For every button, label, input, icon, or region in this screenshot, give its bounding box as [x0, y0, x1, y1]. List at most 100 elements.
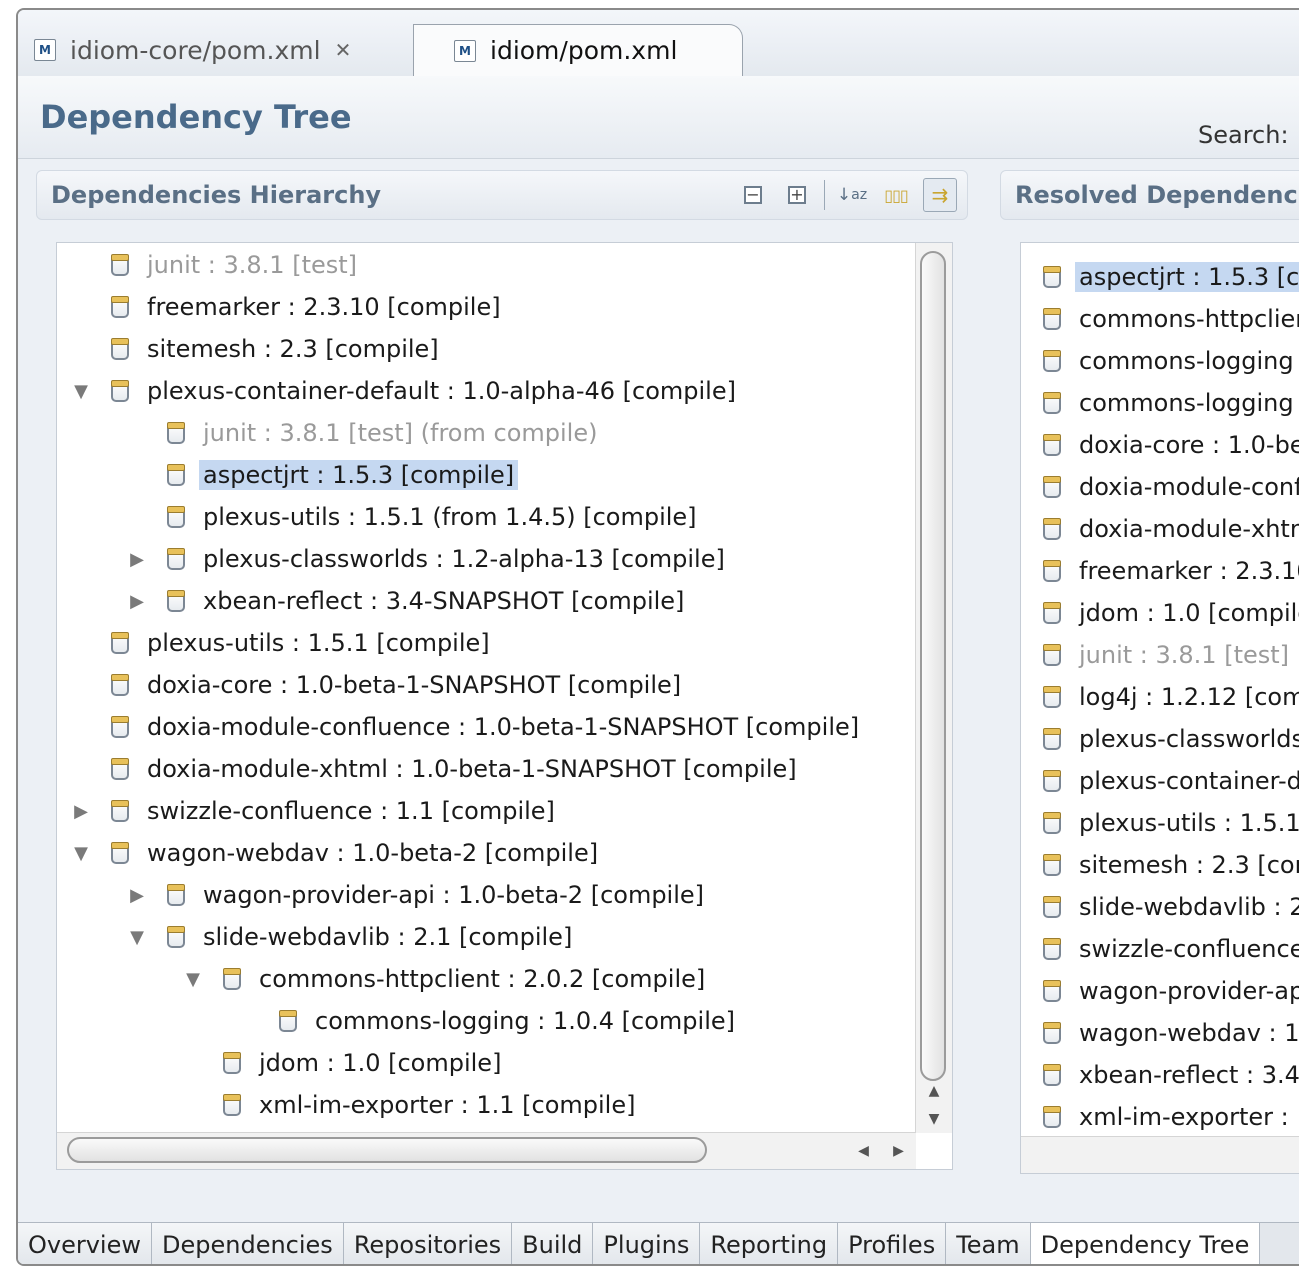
scroll-up-icon[interactable]: ▲	[916, 1077, 952, 1105]
collapsed-arrow-icon[interactable]: ▶	[67, 801, 95, 822]
dependency-label: doxia-module-confluence : 1.0-beta-1-SNA…	[1079, 473, 1299, 501]
dependency-label: junit : 3.8.1 [test]	[147, 251, 358, 279]
horizontal-scrollbar[interactable]: ◀ ▶	[57, 1132, 916, 1169]
list-item[interactable]: doxia-module-confluence : 1.0-beta-1-SNA…	[1021, 467, 1299, 507]
list-item[interactable]: plexus-container-default : 1.0-alpha-46 …	[1021, 761, 1299, 801]
tree-row[interactable]: ▶ xbean-reflect : 3.4-SNAPSHOT [compile]	[57, 581, 688, 621]
tree-row[interactable]: plexus-utils : 1.5.1 (from 1.4.5) [compi…	[57, 497, 701, 537]
horizontal-scrollbar[interactable]	[1021, 1136, 1299, 1173]
maven-pom-icon: M	[454, 39, 476, 62]
filter-icon[interactable]: ⇉	[923, 178, 957, 212]
jar-icon	[1043, 560, 1061, 582]
page-tab-overview[interactable]: Overview	[18, 1223, 152, 1264]
tree-row[interactable]: ▼ commons-httpclient : 2.0.2 [compile]	[57, 959, 709, 999]
tree-row[interactable]: jdom : 1.0 [compile]	[57, 1043, 505, 1083]
scrollbar-thumb[interactable]	[67, 1137, 707, 1163]
expand-all-icon[interactable]: +	[780, 178, 814, 212]
tree-row[interactable]: ▶ wagon-provider-api : 1.0-beta-2 [compil…	[57, 875, 708, 915]
tree-row[interactable]: doxia-module-xhtml : 1.0-beta-1-SNAPSHOT…	[57, 749, 801, 789]
expanded-arrow-icon[interactable]: ▼	[123, 927, 151, 948]
dependency-label: xml-im-exporter : 1.1 [compile]	[1079, 1103, 1299, 1131]
tree-row[interactable]: commons-logging : 1.0.4 [compile]	[57, 1001, 739, 1041]
jar-icon	[1043, 476, 1061, 498]
list-item[interactable]: wagon-provider-api : 1.0-beta-2 [compile…	[1021, 971, 1299, 1011]
tree-row[interactable]: junit : 3.8.1 [test] (from compile)	[57, 413, 601, 453]
page-tab-profiles[interactable]: Profiles	[838, 1223, 947, 1264]
expanded-arrow-icon[interactable]: ▼	[67, 843, 95, 864]
collapse-all-icon[interactable]: −	[736, 178, 770, 212]
resolved-dependencies-list[interactable]: aspectjrt : 1.5.3 [compile] commons-httpc…	[1020, 242, 1299, 1174]
dependencies-hierarchy-tree[interactable]: junit : 3.8.1 [test] freemarker : 2.3.10 …	[56, 242, 953, 1170]
jar-icon	[111, 632, 129, 654]
list-item[interactable]: wagon-webdav : 1.0-beta-2 [compile]	[1021, 1013, 1299, 1053]
list-rows: aspectjrt : 1.5.3 [compile] commons-httpc…	[1021, 243, 1299, 1137]
close-tab-icon[interactable]: ✕	[335, 38, 352, 62]
tree-row[interactable]: ▶ plexus-classworlds : 1.2-alpha-13 [comp…	[57, 539, 729, 579]
dependency-label: plexus-classworlds : 1.2-alpha-13 [compi…	[1079, 725, 1299, 753]
dependency-label: wagon-webdav : 1.0-beta-2 [compile]	[147, 839, 599, 867]
page-tab-team[interactable]: Team	[946, 1223, 1031, 1264]
scroll-down-icon[interactable]: ▼	[916, 1105, 952, 1133]
expanded-arrow-icon[interactable]: ▼	[179, 969, 207, 990]
tree-row[interactable]: ▼ plexus-container-default : 1.0-alpha-46…	[57, 371, 740, 411]
dependency-label: aspectjrt : 1.5.3 [compile]	[1075, 262, 1299, 292]
tree-row[interactable]: plexus-utils : 1.5.1 [compile]	[57, 623, 494, 663]
tree-row[interactable]: ▶ swizzle-confluence : 1.1 [compile]	[57, 791, 559, 831]
tree-row[interactable]: ▼ slide-webdavlib : 2.1 [compile]	[57, 917, 576, 957]
tree-row[interactable]: aspectjrt : 1.5.3 [compile]	[57, 455, 519, 495]
jar-icon	[167, 464, 185, 486]
dependency-label: jdom : 1.0 [compile]	[259, 1049, 502, 1077]
collapsed-arrow-icon[interactable]: ▶	[123, 885, 151, 906]
page-header: Dependency Tree Search:	[18, 76, 1299, 159]
list-item[interactable]: freemarker : 2.3.10 [compile]	[1021, 551, 1299, 591]
list-item[interactable]: xbean-reflect : 3.4-SNAPSHOT [compile]	[1021, 1055, 1299, 1095]
list-item[interactable]: commons-httpclient : 2.0.2 [compile]	[1021, 299, 1299, 339]
tab-idiom-core-pom[interactable]: M idiom-core/pom.xml ✕	[18, 24, 438, 76]
tree-row[interactable]: freemarker : 2.3.10 [compile]	[57, 287, 505, 327]
collapsed-arrow-icon[interactable]: ▶	[123, 549, 151, 570]
page-tab-plugins[interactable]: Plugins	[593, 1223, 701, 1264]
dependency-label: freemarker : 2.3.10 [compile]	[147, 293, 501, 321]
jar-icon	[1043, 602, 1061, 624]
tree-row[interactable]: doxia-core : 1.0-beta-1-SNAPSHOT [compil…	[57, 665, 685, 705]
scrollbar-thumb[interactable]	[920, 251, 946, 1081]
page-tab-reporting[interactable]: Reporting	[700, 1223, 839, 1264]
tree-row[interactable]: doxia-module-confluence : 1.0-beta-1-SNA…	[57, 707, 863, 747]
jar-icon	[1043, 392, 1061, 414]
list-item[interactable]: aspectjrt : 1.5.3 [compile]	[1021, 257, 1299, 297]
list-item[interactable]: doxia-module-xhtml : 1.0-beta-1-SNAPSHOT…	[1021, 509, 1299, 549]
sort-icon[interactable]: ↓ a z	[835, 178, 869, 212]
list-item[interactable]: commons-logging : 1.0.4 [compile]	[1021, 341, 1299, 381]
page-tab-dependency-tree[interactable]: Dependency Tree	[1030, 1223, 1261, 1264]
tree-row[interactable]: ▼ wagon-webdav : 1.0-beta-2 [compile]	[57, 833, 602, 873]
list-item[interactable]: jdom : 1.0 [compile]	[1021, 593, 1299, 633]
list-item[interactable]: commons-logging : 1.0.4 [compile]	[1021, 383, 1299, 423]
list-item[interactable]: plexus-utils : 1.5.1 [compile]	[1021, 803, 1299, 843]
jar-icon	[1043, 686, 1061, 708]
collapsed-arrow-icon[interactable]: ▶	[123, 591, 151, 612]
show-groupid-icon[interactable]: ▯▯▯	[879, 178, 913, 212]
tree-row[interactable]: xml-im-exporter : 1.1 [compile]	[57, 1085, 639, 1125]
jar-icon	[167, 884, 185, 906]
list-item[interactable]: junit : 3.8.1 [test]	[1021, 635, 1293, 675]
page-tab-build[interactable]: Build	[512, 1223, 594, 1264]
list-item[interactable]: sitemesh : 2.3 [compile]	[1021, 845, 1299, 885]
list-item[interactable]: log4j : 1.2.12 [compile]	[1021, 677, 1299, 717]
scroll-left-icon[interactable]: ◀	[858, 1143, 869, 1159]
tab-idiom-pom[interactable]: M idiom/pom.xml	[413, 24, 743, 76]
list-item[interactable]: xml-im-exporter : 1.1 [compile]	[1021, 1097, 1299, 1137]
list-item[interactable]: doxia-core : 1.0-beta-1-SNAPSHOT [compil…	[1021, 425, 1299, 465]
list-item[interactable]: plexus-classworlds : 1.2-alpha-13 [compi…	[1021, 719, 1299, 759]
scroll-right-icon[interactable]: ▶	[893, 1143, 904, 1159]
vertical-scrollbar[interactable]: ▲ ▼	[915, 243, 952, 1133]
scroll-arrows: ◀ ▶	[846, 1133, 916, 1169]
page-tab-dependencies[interactable]: Dependencies	[152, 1223, 344, 1264]
tree-row[interactable]: junit : 3.8.1 [test]	[57, 245, 361, 285]
list-item[interactable]: slide-webdavlib : 2.1 [compile]	[1021, 887, 1299, 927]
list-item[interactable]: swizzle-confluence : 1.1 [compile]	[1021, 929, 1299, 969]
page-tab-repositories[interactable]: Repositories	[343, 1223, 513, 1264]
jar-icon	[1043, 854, 1061, 876]
tree-row[interactable]: sitemesh : 2.3 [compile]	[57, 329, 443, 369]
expanded-arrow-icon[interactable]: ▼	[67, 381, 95, 402]
section-title: Dependencies Hierarchy	[51, 181, 382, 209]
